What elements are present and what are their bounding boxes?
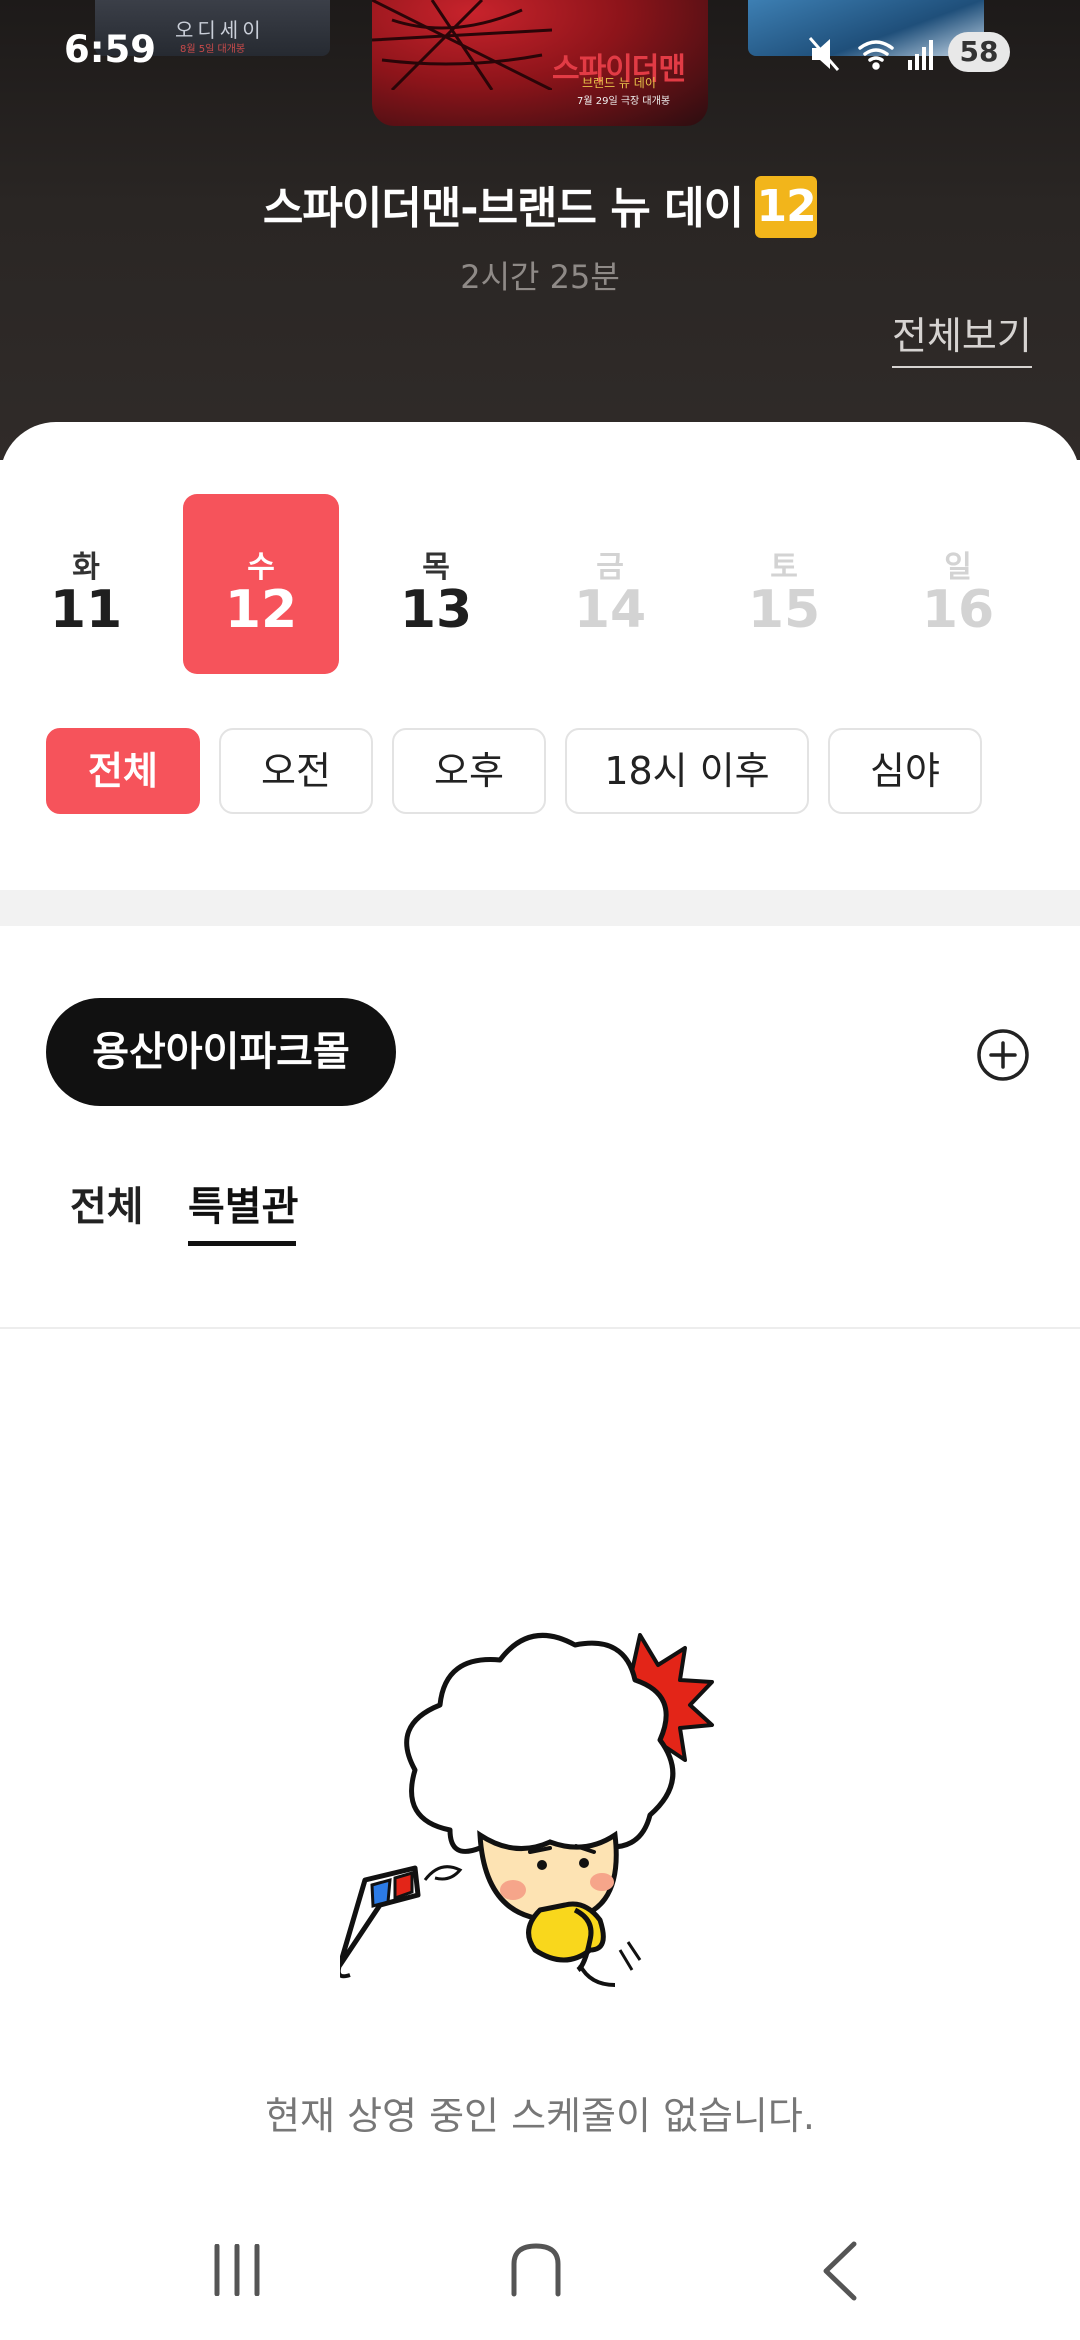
date-number: 14 — [573, 580, 647, 640]
date-item[interactable]: 목 13 — [358, 494, 514, 674]
tab-all[interactable]: 전체 — [70, 1174, 144, 1232]
date-number: 11 — [49, 580, 123, 640]
date-item-selected[interactable]: 수 12 — [183, 494, 339, 674]
movie-header: 오디세이 8월 5일 대개봉 스파이더맨 브랜드 뉴 데이 7월 29일 극장 … — [0, 0, 1080, 460]
date-item-disabled: 토 15 — [706, 494, 862, 674]
home-icon[interactable] — [508, 2240, 564, 2298]
poster-main[interactable]: 스파이더맨 브랜드 뉴 데이 7월 29일 극장 대개봉 — [372, 0, 708, 126]
date-item-disabled: 금 14 — [532, 494, 688, 674]
theater-selector[interactable]: 용산아이파크몰 — [46, 998, 396, 1106]
filter-chip-evening[interactable]: 18시 이후 — [565, 728, 809, 814]
filter-chip-afternoon[interactable]: 오후 — [392, 728, 546, 814]
movie-title-row: 스파이더맨-브랜드 뉴 데이 12 — [0, 172, 1080, 242]
tab-indicator — [188, 1241, 296, 1246]
tab-special-hall[interactable]: 특별관 — [188, 1174, 298, 1232]
date-number: 13 — [399, 580, 473, 640]
view-all-link[interactable]: 전체보기 — [892, 305, 1032, 368]
spiderweb-graphic — [372, 0, 552, 90]
poster-left-subtitle: 8월 5일 대개봉 — [180, 44, 246, 55]
date-number: 15 — [747, 580, 821, 640]
filter-chip-all[interactable]: 전체 — [46, 728, 200, 814]
section-divider — [0, 890, 1080, 926]
age-rating-badge: 12 — [755, 176, 818, 238]
recent-apps-icon[interactable] — [212, 2244, 262, 2296]
poster-main-date: 7월 29일 극장 대개봉 — [577, 96, 671, 107]
filter-chip-morning[interactable]: 오전 — [219, 728, 373, 814]
back-icon[interactable] — [818, 2240, 862, 2302]
3d-glasses-icon — [340, 1865, 421, 1979]
date-item-disabled: 일 16 — [880, 494, 1036, 674]
poster-main-subtitle: 브랜드 뉴 데이 — [582, 76, 656, 90]
popcorn-hair — [404, 1632, 676, 1863]
mute-icon — [808, 37, 840, 71]
battery-indicator: 58 — [948, 32, 1010, 72]
plus-circle-icon[interactable] — [976, 1028, 1030, 1082]
poster-left-title: 오디세이 — [175, 18, 265, 42]
date-item[interactable]: 화 11 — [8, 494, 164, 674]
status-time: 6:59 — [64, 28, 157, 71]
runtime: 2시간 25분 — [460, 258, 620, 296]
wifi-icon — [858, 40, 894, 70]
popcorn-mascot-illustration — [340, 1632, 714, 1987]
date-number: 16 — [921, 580, 995, 640]
empty-schedule-message: 현재 상영 중인 스케줄이 없습니다. — [265, 2094, 815, 2138]
signal-icon — [908, 40, 933, 70]
date-number: 12 — [224, 580, 298, 640]
schedule-sheet — [0, 422, 1080, 2340]
filter-chip-late-night[interactable]: 심야 — [828, 728, 982, 814]
tab-divider — [0, 1327, 1080, 1329]
movie-title: 스파이더맨-브랜드 뉴 데이 — [262, 183, 744, 234]
